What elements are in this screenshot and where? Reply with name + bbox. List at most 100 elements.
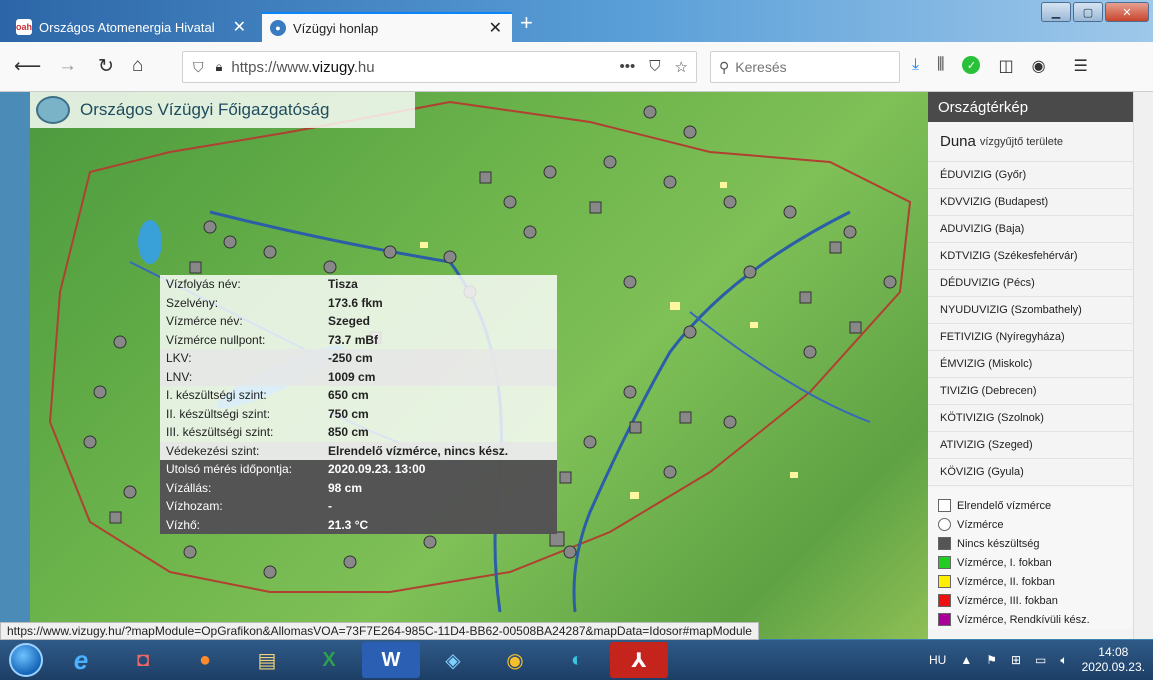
reload-icon[interactable]: ↻ (98, 55, 114, 78)
region-item-tivizig[interactable]: TIVIZIG (Debrecen) (928, 378, 1133, 405)
pocket-icon[interactable]: ⛉ (649, 58, 660, 76)
region-item-ativizig[interactable]: ATIVIZIG (Szeged) (928, 432, 1133, 459)
tisza-river (572, 210, 851, 613)
basin-heading[interactable]: Duna vízgyűjtő területe (928, 122, 1133, 162)
edge-icon[interactable]: ◐ (548, 642, 606, 678)
region-item-fetivizig[interactable]: FETIVIZIG (Nyíregyháza) (928, 324, 1133, 351)
language-indicator[interactable]: HU (929, 653, 946, 667)
url-bar[interactable]: ⛉ 🔒︎ https://www.vizugy.hu ••• ⛉ ☆ (182, 51, 697, 83)
panel-title[interactable]: Országtérkép (928, 92, 1133, 122)
station-info-box: Vízfolyás név: Tisza Szelvény: 173.6 fkm V… (160, 275, 557, 534)
tab-atomenergia[interactable]: oah Országos Atomenergia Hivatal ✕ (8, 12, 256, 42)
chrome-icon[interactable]: ◉ (486, 642, 544, 678)
library-icon[interactable]: ⫼ (937, 56, 944, 76)
firefox-icon[interactable]: ● (176, 642, 234, 678)
info-row-gauge-zero: Vízmérce nullpont: 73.7 mBf (166, 332, 379, 347)
kodi-icon[interactable]: ◈ (424, 642, 482, 678)
window-controls: ▁ ▢ ✕ (1039, 2, 1149, 22)
region-item-kotivizig[interactable]: KÖTIVIZIG (Szolnok) (928, 405, 1133, 432)
excel-icon[interactable]: X (300, 642, 358, 678)
legend-item: Vízmérce, III. fokban (938, 591, 1133, 610)
map-legend: Elrendelő vízmérce Vízmérce Nincs készül… (928, 488, 1133, 629)
shield-icon[interactable]: ⛉ (193, 59, 204, 76)
info-row-water-level: Vízállás: 98 cm (160, 478, 557, 497)
back-icon[interactable]: ⟵ (14, 55, 41, 78)
forward-icon[interactable]: → (58, 55, 77, 77)
media-player-icon[interactable]: ◘ (114, 642, 172, 678)
legend-item: Vízmérce (938, 515, 1133, 534)
legend-swatch (938, 594, 951, 607)
search-input[interactable] (735, 59, 886, 75)
flag-icon[interactable]: ⚑ (986, 653, 997, 667)
info-row-level-3: III. készültségi szint: 850 cm (166, 425, 369, 440)
region-item-kovizig[interactable]: KÖVIZIG (Gyula) (928, 459, 1133, 486)
start-button[interactable] (0, 640, 52, 680)
region-item-deduvizig[interactable]: DÉDUVIZIG (Pécs) (928, 270, 1133, 297)
clock[interactable]: 14:08 2020.09.23. (1082, 645, 1145, 675)
legend-item: Elrendelő vízmérce (938, 496, 1133, 515)
url-text: https://www.vizugy.hu (231, 58, 375, 76)
close-window-icon[interactable]: ✕ (1105, 2, 1149, 22)
search-icon: ⚲ (719, 58, 730, 75)
menu-icon[interactable]: ☰ (1074, 56, 1088, 76)
word-icon[interactable]: W (362, 642, 420, 678)
home-icon[interactable]: ⌂ (132, 55, 143, 77)
scrollbar[interactable] (1133, 92, 1153, 639)
river (689, 311, 871, 423)
info-row-gauge-name: Vízmérce név: Szeged (166, 314, 371, 329)
tray-expand-icon[interactable]: ▲ (960, 653, 972, 667)
browser-nav-bar: ⟵ → ↻ ⌂ ⛉ 🔒︎ https://www.vizugy.hu ••• ⛉… (0, 42, 1153, 92)
region-item-nyuduvizig[interactable]: NYUDUVIZIG (Szombathely) (928, 297, 1133, 324)
network-icon[interactable]: ⊞ (1011, 653, 1021, 667)
info-row-defense-level: Védekezési szint: Elrendelő vízmérce, nin… (160, 441, 557, 460)
info-row-last-measurement: Utolsó mérés időpontja: 2020.09.23. 13:00 (160, 460, 557, 479)
minimize-icon[interactable]: ▁ (1041, 2, 1071, 22)
legend-swatch (938, 575, 951, 588)
tab-vizugy[interactable]: ● Vízügyi honlap ✕ (262, 12, 512, 42)
legend-item: Vízmérce, Rendkívüli kész. (938, 610, 1133, 629)
screen: oah Országos Atomenergia Hivatal ✕ ● Víz… (0, 0, 1153, 680)
close-tab-icon[interactable]: ✕ (489, 18, 502, 38)
new-tab-icon[interactable]: + (520, 10, 533, 36)
info-row-river: Vízfolyás név: Tisza (166, 277, 358, 292)
legend-swatch (938, 499, 951, 512)
acrobat-icon[interactable]: ⅄ (610, 642, 668, 678)
site-name: Országos Vízügyi Főigazgatóság (80, 100, 330, 119)
search-bar[interactable]: ⚲ (710, 51, 900, 83)
windows-logo-icon (9, 643, 43, 677)
account-icon[interactable]: ◉ (1032, 56, 1046, 76)
tab-title: Vízügyi honlap (293, 20, 379, 36)
page-actions-icon[interactable]: ••• (620, 58, 636, 76)
info-row-section: Szelvény: 173.6 fkm (166, 295, 383, 310)
oah-favicon-icon: oah (16, 19, 32, 35)
download-icon[interactable]: ⤓ (912, 56, 919, 76)
maximize-icon[interactable]: ▢ (1073, 2, 1103, 22)
lake-ferto (138, 220, 162, 264)
internet-explorer-icon[interactable]: e (52, 642, 110, 678)
region-item-emvizig[interactable]: ÉMVIZIG (Miskolc) (928, 351, 1133, 378)
bookmark-star-icon[interactable]: ☆ (675, 58, 688, 76)
volume-icon[interactable]: 🔈︎ (1060, 653, 1067, 668)
region-item-kdvvizig[interactable]: KDVVIZIG (Budapest) (928, 189, 1133, 216)
region-item-eduvizig[interactable]: ÉDUVIZIG (Győr) (928, 162, 1133, 189)
region-item-aduvizig[interactable]: ADUVIZIG (Baja) (928, 216, 1133, 243)
lock-icon[interactable]: 🔒︎ (216, 59, 223, 75)
sidebar-icon[interactable]: ◫ (998, 56, 1013, 76)
info-row-level-2: II. készültségi szint: 750 cm (166, 406, 369, 421)
close-tab-icon[interactable]: ✕ (233, 17, 246, 37)
info-row-level-1: I. készültségi szint: 650 cm (166, 388, 369, 403)
file-explorer-icon[interactable]: ▤ (238, 642, 296, 678)
region-item-kdtvizig[interactable]: KDTVIZIG (Székesfehérvár) (928, 243, 1133, 270)
toolbar-icons: ⤓ ⫼ ✓ ◫ ◉ ☰ (912, 56, 1088, 76)
sync-check-icon[interactable]: ✓ (962, 56, 981, 74)
system-tray: HU ▲ ⚑ ⊞ ▭ 🔈︎ 14:08 2020.09.23. (929, 640, 1145, 680)
browser-tab-bar: oah Országos Atomenergia Hivatal ✕ ● Víz… (0, 0, 1153, 42)
site-header[interactable]: Országos Vízügyi Főigazgatóság (30, 92, 415, 128)
clock-date: 2020.09.23. (1081, 660, 1145, 674)
legend-swatch (938, 613, 951, 626)
legend-swatch (938, 518, 951, 531)
info-row-discharge: Vízhozam: - (160, 497, 557, 516)
ovf-logo-icon (36, 96, 70, 124)
display-icon[interactable]: ▭ (1035, 653, 1046, 667)
windows-taskbar: e ◘ ● ▤ X W ◈ ◉ ◐ ⅄ HU ▲ ⚑ ⊞ ▭ 🔈︎ 14:08 … (0, 640, 1153, 680)
